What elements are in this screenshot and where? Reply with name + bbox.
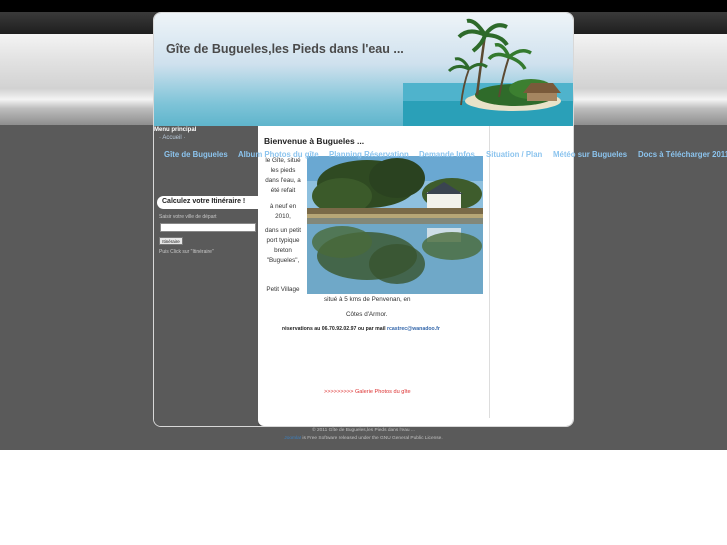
- site-title: Gîte de Bugueles,les Pieds dans l'eau ..…: [166, 42, 404, 56]
- nav-item-planning[interactable]: Planning Réservation: [329, 150, 409, 159]
- nav-item-situation[interactable]: Situation / Plan: [486, 150, 542, 159]
- license-text: is Free Software released under the GNU …: [301, 436, 443, 441]
- intro-line: breton: [274, 247, 292, 254]
- itinerary-help-text: Puis Click sur "Itinéraire": [159, 249, 214, 255]
- intro-line: port typique: [266, 237, 300, 244]
- intro-line: été refait: [270, 187, 296, 194]
- footer-license: Joomla! is Free Software released under …: [0, 436, 727, 441]
- menu-title: Menu principal: [154, 127, 197, 133]
- intro-line: dans un petit: [264, 227, 302, 234]
- left-sidebar: Menu principal · Accueil · Calculez votr…: [154, 126, 258, 426]
- main-navigation: Gîte de Bugueles Album Photos du gîte Pl…: [0, 150, 727, 162]
- intro-line: "Bugueles",: [266, 257, 300, 264]
- region-text: Côtes d'Armor.: [346, 311, 388, 318]
- location-text: situé à 5 kms de Penvenan, en: [324, 296, 411, 303]
- nav-item-meteo[interactable]: Météo sur Bugueles: [553, 150, 627, 159]
- nav-item-album[interactable]: Album Photos du gîte: [238, 150, 319, 159]
- nav-item-docs[interactable]: Docs à Télécharger 2011: [638, 150, 727, 159]
- joomla-link[interactable]: Joomla!: [284, 436, 301, 441]
- right-column-divider: [489, 126, 490, 418]
- gallery-link[interactable]: >>>>>>>>> Galerie Photos du gîte: [324, 389, 411, 395]
- nav-item-demande-infos[interactable]: Demande Infos: [419, 150, 475, 159]
- intro-line: 2010,: [275, 213, 291, 220]
- top-black-strip: [0, 0, 727, 12]
- itinerary-input-label: Saisir votre ville de départ: [159, 214, 217, 220]
- main-content: Bienvenue à Bugueles ... le Gîte, situé …: [258, 126, 573, 426]
- island-palms-image: [403, 18, 573, 126]
- intro-line: Petit Village: [266, 286, 300, 293]
- departure-city-input[interactable]: [160, 223, 256, 232]
- intro-line: les pieds: [270, 167, 296, 174]
- reservation-email-link[interactable]: rcastrec@wanadoo.fr: [387, 326, 440, 332]
- intro-line: à neuf en: [269, 203, 297, 210]
- harbor-photo: [307, 156, 483, 294]
- intro-line: dans l'eau, a: [265, 177, 301, 184]
- menu-item-accueil[interactable]: · Accueil ·: [159, 135, 185, 141]
- header-banner: Gîte de Bugueles,les Pieds dans l'eau ..…: [154, 13, 573, 126]
- reservation-prefix: réservations au 06.70.92.02.97 ou par ma…: [282, 326, 386, 332]
- reservation-info: réservations au 06.70.92.02.97 ou par ma…: [282, 326, 440, 332]
- itinerary-button[interactable]: Itinéraire: [159, 237, 183, 245]
- content-title: Bienvenue à Bugueles ...: [264, 136, 365, 146]
- itinerary-title: Calculez votre Itinéraire !: [162, 198, 246, 205]
- nav-item-gite[interactable]: Gîte de Bugueles: [164, 150, 228, 159]
- site-frame: Gîte de Bugueles,les Pieds dans l'eau ..…: [153, 12, 574, 427]
- footer-copyright: © 2011 Gîte de Bugueles,les Pieds dans l…: [312, 428, 415, 433]
